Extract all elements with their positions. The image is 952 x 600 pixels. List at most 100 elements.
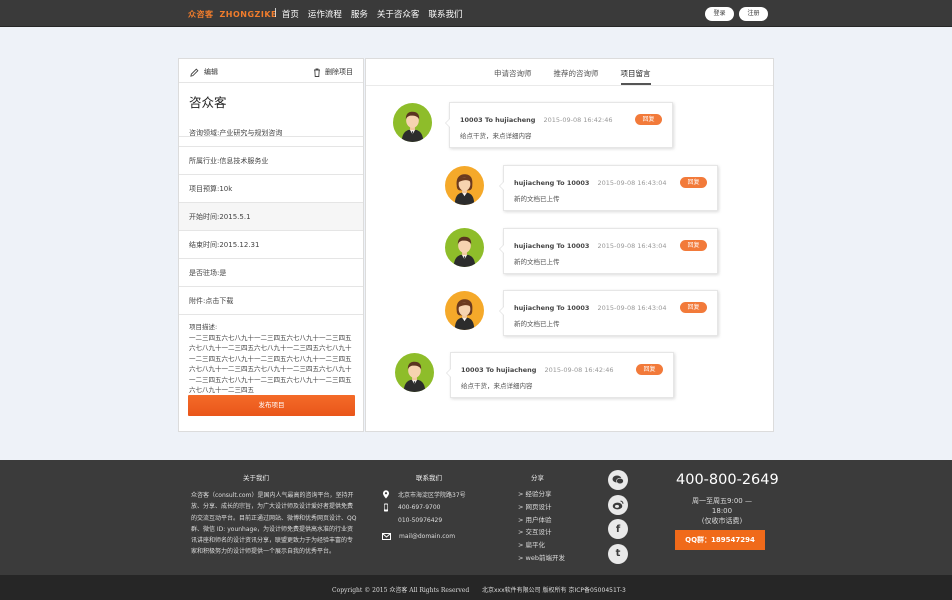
share-list: > 经验分享 > 网页设计 > 用户体验 > 交互设计 > 扁平化 > web前…	[518, 488, 565, 565]
service-hours: 周一至周五9:00 — 18:00 (仅收市话费)	[681, 496, 763, 526]
project-toolbar: 编辑 删除项目	[179, 59, 363, 83]
message-card: hujiacheng To 10003 2015-09-08 16:43:04 新的…	[499, 165, 718, 211]
description-label: 项目描述:	[189, 323, 218, 331]
qq-group-button[interactable]: QQ群：189547294	[675, 530, 765, 550]
message-card: 10003 To hujiacheng 2015-09-08 16:42:46 给点…	[446, 352, 674, 398]
mobile-icon	[384, 503, 388, 512]
project-info-panel: 编辑 删除项目 咨众客 咨询领域:产业研究与规划咨询 所属行业:信息技术服务业 …	[178, 58, 364, 432]
copyright: Copyright © 2015 众咨客 All Rights Reserved	[332, 587, 470, 594]
edit-label: 编辑	[204, 68, 218, 76]
top-navbar: 众咨客 ZHONGZIKE | 首页 运作流程 服务 关于咨众客 联系我们 登录 …	[0, 0, 952, 27]
field-budget: 项目预算:10k	[179, 175, 363, 203]
contact-title: 联系我们	[416, 474, 442, 482]
message-header: 10003 To hujiacheng 2015-09-08 16:42:46	[461, 366, 614, 374]
about-text: 众咨客（consult.com）是国内人气最高的咨询平台，坚持开放、分享、成长的…	[191, 492, 357, 556]
hours-text: 周一至周五9:00 — 18:00	[692, 497, 752, 515]
tab-recommended[interactable]: 推荐的咨询师	[554, 68, 599, 85]
reply-button[interactable]: 回复	[680, 177, 707, 188]
message-time: 2015-09-08 16:43:04	[597, 304, 667, 312]
icp-license: 北京xxx软件有限公司 版权所有 京ICP备0500451T-3	[482, 587, 626, 594]
field-start-date: 开始时间:2015.5.1	[179, 203, 363, 231]
description-text: 一二三四五六七八九十一二三四五六七八九十一二三四五六七八九十一二三四五六七八九十…	[189, 333, 352, 395]
twitter-icon[interactable]: t	[608, 543, 628, 564]
social-links: f t	[608, 470, 628, 568]
reply-button[interactable]: 回复	[636, 364, 663, 375]
share-title: 分享	[531, 474, 544, 482]
message-card: 10003 To hujiacheng 2015-09-08 16:42:46 给点…	[445, 102, 673, 148]
mail-icon	[382, 533, 391, 540]
publish-project-button[interactable]: 发布项目	[188, 395, 355, 416]
tab-messages[interactable]: 项目留言	[620, 68, 651, 85]
register-button[interactable]: 注册	[739, 7, 768, 21]
login-button[interactable]: 登录	[705, 7, 734, 21]
avatar-female	[445, 291, 484, 330]
tab-applicants[interactable]: 申请咨询师	[494, 68, 532, 85]
avatar-female	[445, 166, 484, 205]
message-author: 10003 To hujiacheng	[461, 366, 537, 374]
project-description: 项目描述: 一二三四五六七八九十一二三四五六七八九十一二三四五六七八九十一二三四…	[179, 315, 363, 396]
hours-note: (仅收市话费)	[701, 517, 743, 525]
delete-label: 删除项目	[325, 68, 353, 76]
message-author: hujiacheng To 10003	[514, 304, 590, 312]
message-time: 2015-09-08 16:43:04	[597, 242, 667, 250]
delete-project-button[interactable]: 删除项目	[313, 67, 353, 77]
message-header: hujiacheng To 10003 2015-09-08 16:43:04	[514, 242, 667, 250]
hotline-number: 400-800-2649	[676, 472, 779, 488]
facebook-icon[interactable]: f	[608, 519, 628, 539]
message-header: 10003 To hujiacheng 2015-09-08 16:42:46	[460, 116, 613, 124]
location-icon	[383, 490, 389, 499]
field-onsite: 是否驻场:是	[179, 259, 363, 287]
edit-button[interactable]: 编辑	[190, 67, 218, 77]
share-item[interactable]: > 网页设计	[518, 501, 565, 514]
message-time: 2015-09-08 16:43:04	[597, 179, 667, 187]
field-consult-area: 咨询领域:产业研究与规划咨询	[179, 119, 363, 147]
copyright-bar: Copyright © 2015 众咨客 All Rights Reserved…	[0, 575, 952, 600]
nav-about[interactable]: 关于咨众客	[377, 8, 420, 20]
phone-2: 010-50976429	[398, 517, 443, 524]
email[interactable]: mail@domain.com	[399, 533, 455, 540]
message-card: hujiacheng To 10003 2015-09-08 16:43:04 新的…	[499, 290, 718, 336]
share-item[interactable]: > web前端开发	[518, 552, 565, 565]
nav-separator: |	[274, 8, 277, 18]
avatar-male	[395, 353, 434, 392]
reply-button[interactable]: 回复	[635, 114, 662, 125]
wechat-icon[interactable]	[608, 470, 628, 490]
message-header: hujiacheng To 10003 2015-09-08 16:43:04	[514, 304, 667, 312]
share-item[interactable]: > 扁平化	[518, 539, 565, 552]
message-text: 新的文档已上传	[514, 195, 560, 203]
contact-info: 北京市海淀区学院路37号 400-697-9700 010-50976429 m…	[382, 488, 466, 543]
message-text: 新的文档已上传	[514, 320, 560, 328]
nav-home[interactable]: 首页	[282, 8, 299, 20]
reply-button[interactable]: 回复	[680, 302, 707, 313]
share-item[interactable]: > 用户体验	[518, 514, 565, 527]
nav-process[interactable]: 运作流程	[308, 8, 342, 20]
share-item[interactable]: > 交互设计	[518, 526, 565, 539]
field-attachment[interactable]: 附件:点击下载	[179, 287, 363, 315]
about-title: 关于我们	[243, 474, 269, 482]
nav-service[interactable]: 服务	[351, 8, 368, 20]
reply-button[interactable]: 回复	[680, 240, 707, 251]
field-industry: 所属行业:信息技术服务业	[179, 147, 363, 175]
message-card: hujiacheng To 10003 2015-09-08 16:43:04 新的…	[499, 228, 718, 274]
share-item[interactable]: > 经验分享	[518, 488, 565, 501]
trash-icon	[314, 68, 320, 77]
pencil-icon	[190, 68, 199, 77]
message-text: 新的文档已上传	[514, 258, 560, 266]
footer: 关于我们 众咨客（consult.com）是国内人气最高的咨询平台，坚持开放、分…	[0, 460, 952, 575]
avatar-male	[445, 228, 484, 267]
message-header: hujiacheng To 10003 2015-09-08 16:43:04	[514, 179, 667, 187]
main-nav: | 首页 运作流程 服务 关于咨众客 联系我们	[274, 8, 462, 20]
address: 北京市海淀区学院路37号	[398, 492, 466, 499]
message-text: 给点干货，来点详细内容	[460, 132, 532, 140]
weibo-icon[interactable]	[608, 494, 628, 515]
nav-contact[interactable]: 联系我们	[428, 8, 462, 20]
message-time: 2015-09-08 16:42:46	[543, 116, 613, 124]
message-time: 2015-09-08 16:42:46	[544, 366, 614, 374]
message-author: hujiacheng To 10003	[514, 242, 590, 250]
avatar-male	[393, 103, 432, 142]
logo-cn: 众咨客	[188, 10, 214, 19]
site-logo[interactable]: 众咨客 ZHONGZIKE	[188, 9, 277, 20]
message-author: hujiacheng To 10003	[514, 179, 590, 187]
tab-divider	[366, 85, 773, 86]
logo-en: ZHONGZIKE	[219, 10, 277, 19]
